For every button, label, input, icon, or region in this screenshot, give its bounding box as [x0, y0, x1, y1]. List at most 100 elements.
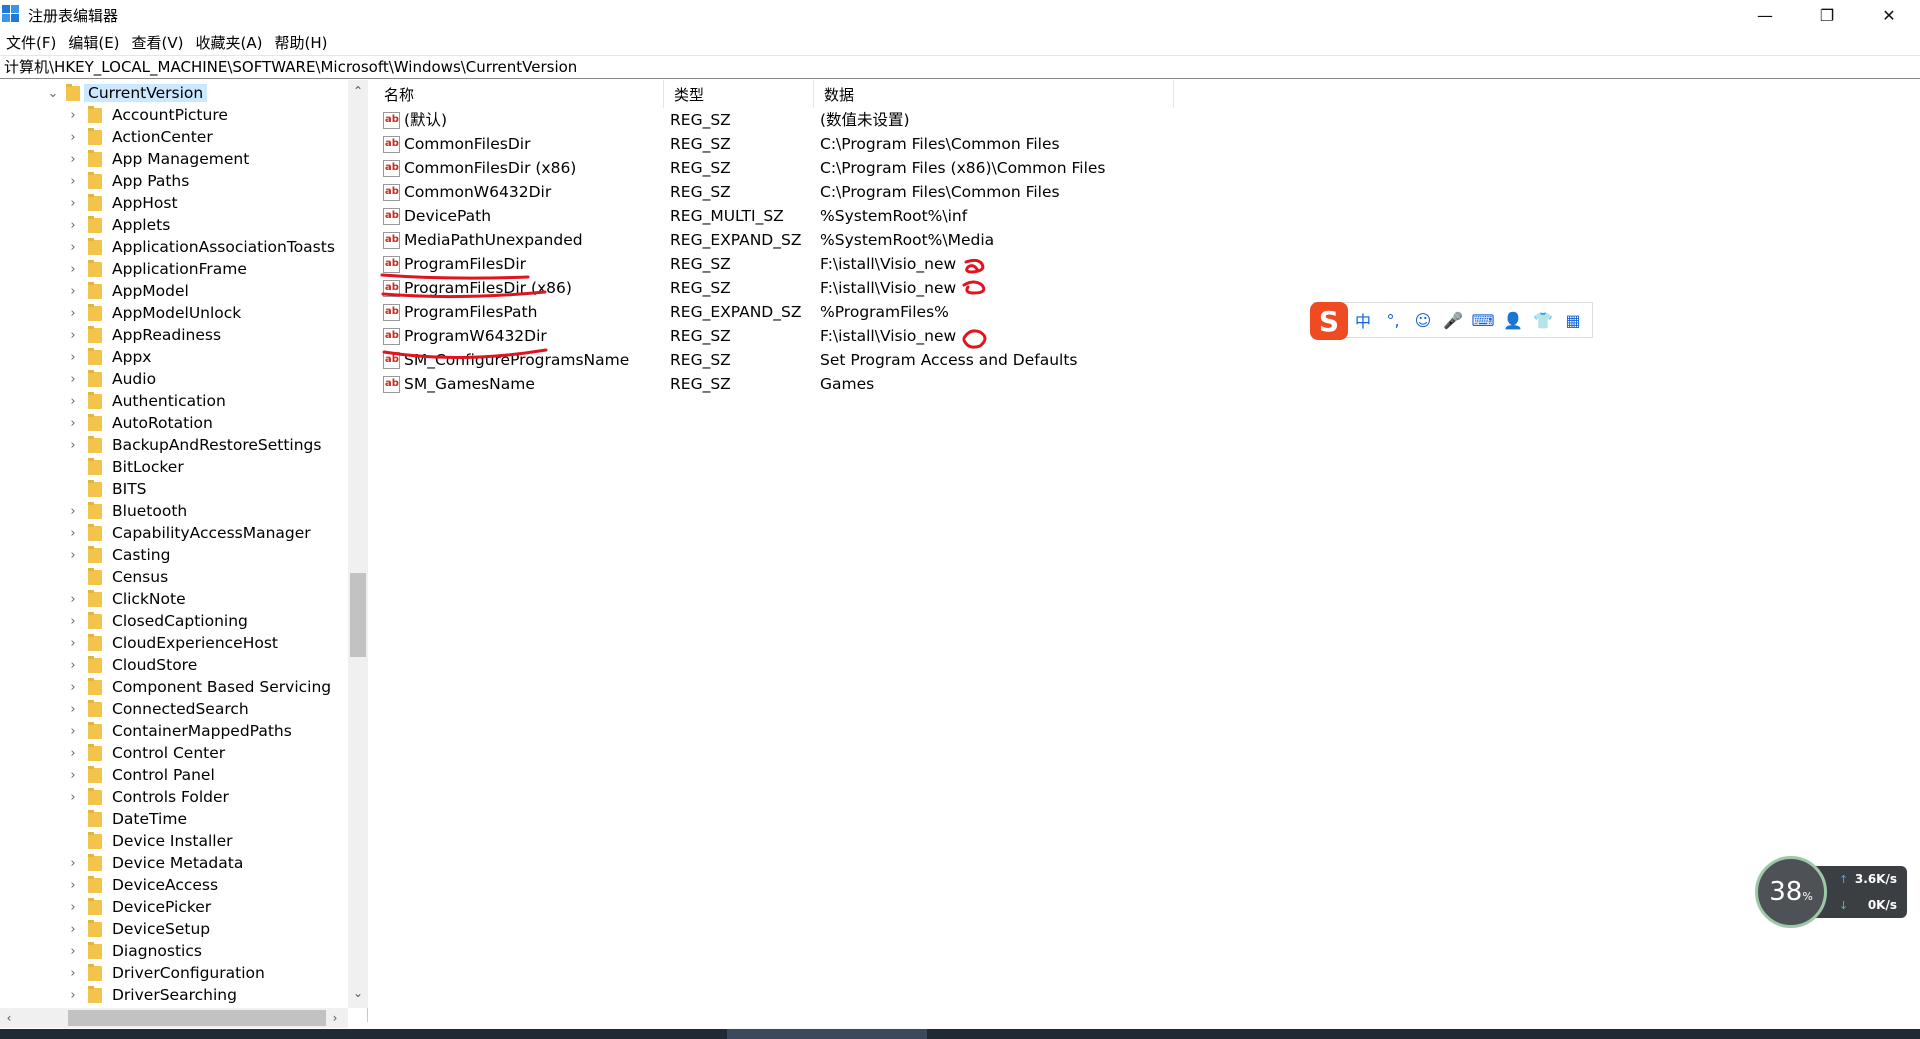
scroll-right-icon[interactable]: › — [326, 1008, 344, 1028]
tree-item[interactable]: › ContainerMappedPaths — [66, 720, 292, 742]
tree-horizontal-scrollbar[interactable]: ‹ › — [0, 1008, 348, 1028]
tree-item[interactable]: › ClickNote — [66, 588, 186, 610]
tree-item[interactable]: › DeviceSetup — [66, 918, 210, 940]
chevron-right-icon[interactable]: › — [66, 284, 80, 299]
tree-item[interactable]: › Applets — [66, 214, 170, 236]
chevron-down-icon[interactable]: ⌄ — [46, 86, 60, 101]
value-row[interactable]: ab (默认) REG_SZ (数值未设置) — [374, 108, 1374, 132]
value-row[interactable]: ab ProgramFilesPath REG_EXPAND_SZ %ProgramF… — [374, 300, 1374, 324]
scroll-up-icon[interactable]: ⌃ — [348, 84, 368, 102]
value-row[interactable]: ab ProgramFilesDir REG_SZ F:\istall\Visio_n… — [374, 252, 1374, 276]
chevron-right-icon[interactable]: › — [66, 306, 80, 321]
value-row[interactable]: ab ProgramW6432Dir REG_SZ F:\istall\Visio_n… — [374, 324, 1374, 348]
chevron-right-icon[interactable]: › — [66, 922, 80, 937]
tree-item[interactable]: › ClosedCaptioning — [66, 610, 248, 632]
tree-item[interactable]: › AppHost — [66, 192, 178, 214]
microphone-icon[interactable]: 🎤 — [1438, 311, 1468, 330]
chevron-right-icon[interactable]: › — [66, 152, 80, 167]
tree-item[interactable]: DateTime — [66, 808, 187, 830]
menu-favorites[interactable]: 收藏夹(A) — [190, 32, 269, 53]
scroll-thumb[interactable] — [350, 573, 366, 657]
tree-item[interactable]: › DeviceAccess — [66, 874, 218, 896]
tree-item[interactable]: › Casting — [66, 544, 170, 566]
chevron-right-icon[interactable]: › — [66, 394, 80, 409]
chevron-right-icon[interactable]: › — [66, 900, 80, 915]
scroll-left-icon[interactable]: ‹ — [0, 1008, 18, 1028]
tree-item[interactable]: › ActionCenter — [66, 126, 213, 148]
tree-item[interactable]: BITS — [66, 478, 147, 500]
value-row[interactable]: ab DevicePath REG_MULTI_SZ %SystemRoot%\inf — [374, 204, 1374, 228]
tree-item[interactable]: › Control Panel — [66, 764, 215, 786]
value-row[interactable]: ab SM_GamesName REG_SZ Games — [374, 372, 1374, 396]
chevron-right-icon[interactable]: › — [66, 526, 80, 541]
tree-item[interactable]: › ConnectedSearch — [66, 698, 249, 720]
menu-view[interactable]: 查看(V) — [126, 32, 190, 53]
column-header-data[interactable]: 数据 — [814, 80, 1174, 108]
user-icon[interactable]: 👤 — [1498, 311, 1528, 330]
scroll-down-icon[interactable]: ⌄ — [348, 986, 368, 1004]
tree-item[interactable]: › Controls Folder — [66, 786, 229, 808]
restore-button[interactable]: ❐ — [1796, 0, 1858, 30]
chevron-right-icon[interactable]: › — [66, 768, 80, 783]
tree-item[interactable]: › AutoRotation — [66, 412, 213, 434]
chevron-right-icon[interactable]: › — [66, 328, 80, 343]
chevron-right-icon[interactable]: › — [66, 988, 80, 1003]
network-speed-widget[interactable]: 38% ↑ 3.6K/s ↓ 0K/s — [1755, 856, 1907, 928]
tree-item[interactable]: › AccountPicture — [66, 104, 228, 126]
tree-item[interactable]: Census — [66, 566, 168, 588]
chevron-right-icon[interactable]: › — [66, 416, 80, 431]
close-button[interactable]: ✕ — [1858, 0, 1920, 30]
tree-item[interactable]: › Audio — [66, 368, 156, 390]
chevron-right-icon[interactable]: › — [66, 548, 80, 563]
chevron-right-icon[interactable]: › — [66, 724, 80, 739]
tree-item[interactable]: › ApplicationFrame — [66, 258, 247, 280]
tree-item[interactable]: › CloudExperienceHost — [66, 632, 278, 654]
tree-item[interactable]: › CapabilityAccessManager — [66, 522, 311, 544]
chevron-right-icon[interactable]: › — [66, 130, 80, 145]
chevron-right-icon[interactable]: › — [66, 856, 80, 871]
toolbox-icon[interactable]: ▦ — [1558, 311, 1588, 330]
chevron-right-icon[interactable]: › — [66, 944, 80, 959]
value-row[interactable]: ab MediaPathUnexpanded REG_EXPAND_SZ %Syste… — [374, 228, 1374, 252]
tree-item[interactable]: › AppModelUnlock — [66, 302, 241, 324]
chevron-right-icon[interactable]: › — [66, 614, 80, 629]
menu-help[interactable]: 帮助(H) — [268, 32, 333, 53]
value-row[interactable]: ab CommonFilesDir REG_SZ C:\Program Files\C… — [374, 132, 1374, 156]
chevron-right-icon[interactable]: › — [66, 592, 80, 607]
tree-item[interactable]: › DriverConfiguration — [66, 962, 265, 984]
value-row[interactable]: ab CommonW6432Dir REG_SZ C:\Program Files\C… — [374, 180, 1374, 204]
chevron-right-icon[interactable]: › — [66, 262, 80, 277]
value-row[interactable]: ab ProgramFilesDir (x86) REG_SZ F:\istall\V… — [374, 276, 1374, 300]
chevron-right-icon[interactable]: › — [66, 372, 80, 387]
tree-vertical-scrollbar[interactable]: ⌃ ⌄ — [348, 80, 368, 1008]
tree-item[interactable]: › Device Metadata — [66, 852, 243, 874]
chevron-right-icon[interactable]: › — [66, 438, 80, 453]
chevron-right-icon[interactable]: › — [66, 680, 80, 695]
column-header-type[interactable]: 类型 — [664, 80, 814, 108]
punctuation-icon[interactable]: °, — [1378, 311, 1408, 330]
sogou-logo-icon[interactable]: S — [1310, 302, 1348, 340]
chevron-right-icon[interactable]: › — [66, 350, 80, 365]
minimize-button[interactable]: — — [1734, 0, 1796, 30]
chevron-right-icon[interactable]: › — [66, 966, 80, 981]
emoji-icon[interactable]: ☺ — [1408, 311, 1438, 330]
chevron-right-icon[interactable]: › — [66, 504, 80, 519]
tree-item[interactable]: › CloudStore — [66, 654, 197, 676]
chevron-right-icon[interactable]: › — [66, 702, 80, 717]
tree-item[interactable]: › App Management — [66, 148, 249, 170]
value-row[interactable]: ab SM_ConfigureProgramsName REG_SZ Set Prog… — [374, 348, 1374, 372]
menu-file[interactable]: 文件(F) — [0, 32, 62, 53]
tree-item[interactable]: › Authentication — [66, 390, 226, 412]
tree-item[interactable]: › BackupAndRestoreSettings — [66, 434, 321, 456]
keyboard-icon[interactable]: ⌨ — [1468, 311, 1498, 330]
tree-item[interactable]: › AppReadiness — [66, 324, 221, 346]
chevron-right-icon[interactable]: › — [66, 174, 80, 189]
scroll-thumb-horizontal[interactable] — [68, 1010, 326, 1026]
chevron-right-icon[interactable]: › — [66, 636, 80, 651]
chevron-right-icon[interactable]: › — [66, 240, 80, 255]
tree-item[interactable]: Device Installer — [66, 830, 233, 852]
tree-item[interactable]: › Diagnostics — [66, 940, 202, 962]
tree-item[interactable]: › DriverSearching — [66, 984, 237, 1006]
skin-icon[interactable]: 👕 — [1528, 311, 1558, 330]
chevron-right-icon[interactable]: › — [66, 790, 80, 805]
